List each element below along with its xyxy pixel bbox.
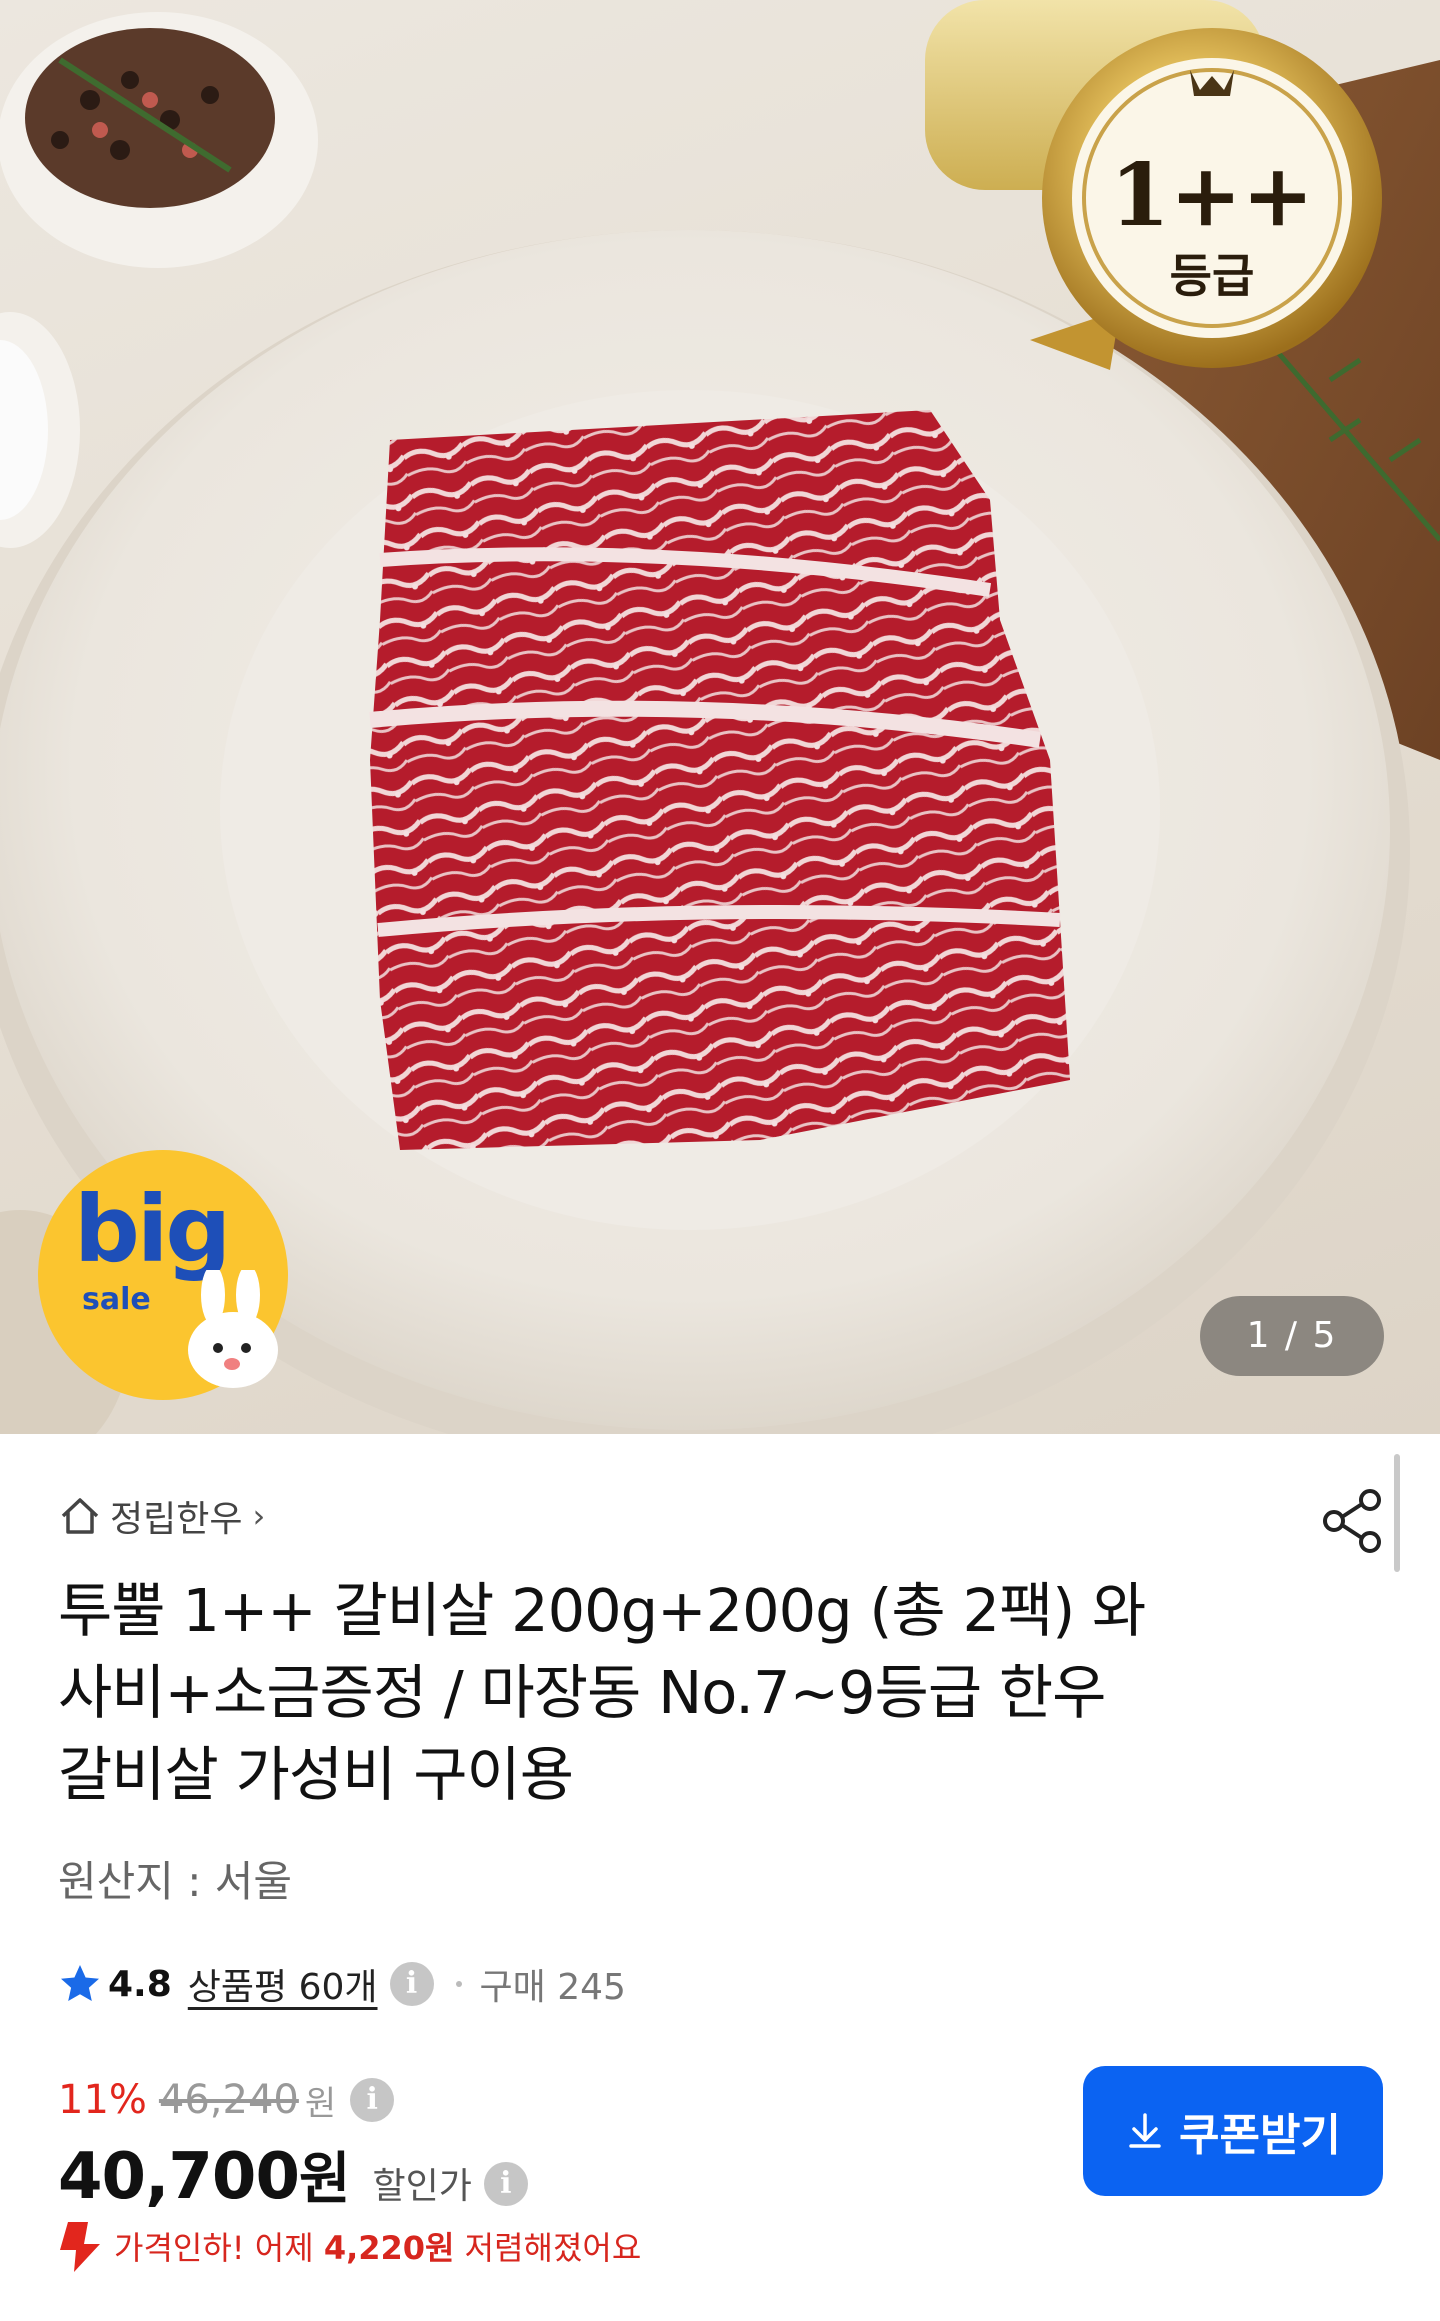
big-sale-big-text: big [74, 1176, 231, 1283]
price-drop-suffix: 저렴해졌어요 [454, 2229, 642, 2267]
price-drop-prefix: 가격인하! 어제 [114, 2229, 324, 2267]
separator-dot [455, 1981, 462, 1987]
price-drop-amount: 4,220원 [323, 2229, 455, 2267]
price-drop-arrow-icon [60, 2222, 100, 2272]
product-title-line-2: 사비+소금증정 / 마장동 No.7~9등급 한우 [58, 1658, 1106, 1727]
purchase-count: 구매 245 [479, 1967, 626, 2008]
review-count-link[interactable]: 상품평 60개 [188, 1958, 378, 2010]
big-sale-badge: big sale [38, 1150, 288, 1400]
big-sale-sale-text: sale [82, 1282, 151, 1317]
product-image-carousel[interactable]: 1++ 등급 big sale 1 / 5 [0, 0, 1440, 1434]
price-drop-notice: 가격인하! 어제 4,220원 저렴해졌어요 [54, 2216, 641, 2276]
original-price-unit: 원 [304, 2083, 337, 2124]
discount-rate: 11% [58, 2077, 147, 2123]
rabbit-icon [188, 1270, 278, 1388]
star-icon [61, 1965, 99, 2001]
product-title-line-1: 투뿔 1++ 갈비살 200g+200g (총 2팩) 와 [58, 1576, 1146, 1645]
origin-text: 원산지 : 서울 [58, 1857, 293, 1906]
info-icon[interactable]: i [483, 2162, 528, 2206]
shop-link[interactable]: 정립한우 › [58, 1494, 266, 1540]
share-icon[interactable] [1318, 1486, 1388, 1556]
coupon-download-button[interactable]: 쿠폰받기 [1083, 2066, 1383, 2196]
info-icon[interactable]: i [350, 2078, 395, 2122]
sale-price-label: 할인가 [372, 2166, 472, 2207]
sale-price-unit: 원 [298, 2147, 351, 2212]
info-icon[interactable]: i [389, 1962, 434, 2006]
product-title: 투뿔 1++ 갈비살 200g+200g (총 2팩) 와 사비+소금증정 / … [58, 1570, 1258, 1816]
price-drop-text: 가격인하! 어제 4,220원 저렴해졌어요 [114, 2223, 641, 2269]
grade-badge-label: 등급 [1170, 249, 1255, 303]
rating-score: 4.8 [108, 1963, 172, 2005]
scrollbar-thumb[interactable] [1394, 1454, 1400, 1572]
home-icon [61, 1498, 99, 1534]
product-info: 정립한우 › 투뿔 1++ 갈비살 200g+200g (총 2팩) 와 사비+… [0, 1434, 1440, 2321]
grade-badge-text: 1++ [1110, 145, 1314, 246]
download-icon [1129, 2113, 1161, 2148]
original-price: 46,240 [158, 2077, 299, 2123]
image-counter: 1 / 5 [1200, 1296, 1384, 1376]
rating-row: 4.8 상품평 60개 i 구매 245 [58, 1954, 626, 2014]
price-row: 40,700 원 할인가 i [58, 2134, 528, 2224]
product-title-line-3: 갈비살 가성비 구이용 [58, 1740, 574, 1809]
product-page: 1++ 등급 big sale 1 / 5 정립한우 › 투뿔 1++ 갈비살 … [0, 0, 1440, 2321]
discount-row: 11% 46,240 원 i [58, 2070, 395, 2130]
sale-price: 40,700 [58, 2140, 300, 2214]
chevron-right-icon: › [252, 1497, 266, 1535]
coupon-label: 쿠폰받기 [1179, 2110, 1341, 2161]
shop-name: 정립한우 [110, 1499, 243, 1540]
